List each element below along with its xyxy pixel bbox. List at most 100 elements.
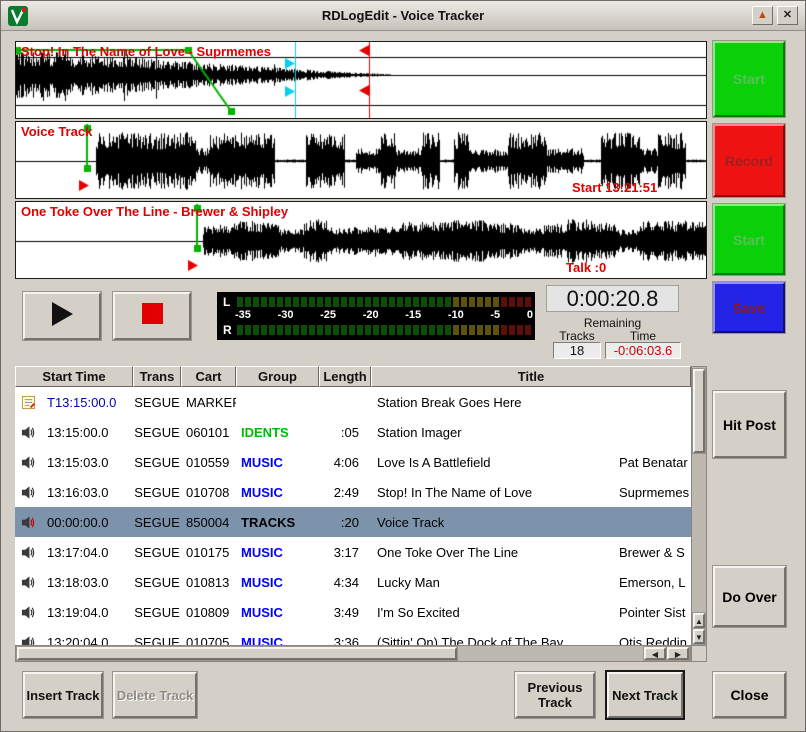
meter-segment (405, 325, 411, 335)
meter-segment (429, 297, 435, 307)
cell-artist: Suprmemes (619, 485, 691, 500)
track-title: Stop! In The Name of Love - Suprmemes (21, 44, 271, 59)
scroll-right-icon[interactable]: ▶ (667, 647, 689, 660)
cell-title: I'm So Excited (371, 605, 619, 620)
next-track-button[interactable]: Next Track (607, 672, 683, 718)
meter-segment (525, 325, 531, 335)
titlebar-buttons: ▲ ✕ (752, 6, 798, 25)
table-row[interactable]: 13:20:04.0SEGUE010705MUSIC3:36(Sittin' O… (15, 627, 691, 645)
meter-scale-label: -5 (490, 309, 500, 321)
header-length[interactable]: Length (319, 366, 371, 387)
cell-length: 3:36 (319, 635, 371, 646)
meter-segment (237, 325, 243, 335)
cell-cart: MARKER (181, 395, 236, 410)
titlebar[interactable]: RDLogEdit - Voice Tracker ▲ ✕ (1, 1, 805, 31)
scroll-up-icon[interactable]: ▲ (693, 613, 705, 628)
cell-title: (Sittin' On) The Dock of The Bay (371, 635, 619, 646)
cell-title: Love Is A Battlefield (371, 455, 619, 470)
meter-segment (349, 297, 355, 307)
table-row[interactable]: 13:17:04.0SEGUE010175MUSIC3:17One Toke O… (15, 537, 691, 567)
insert-track-button[interactable]: Insert Track (23, 672, 103, 718)
do-over-button[interactable]: Do Over (713, 566, 786, 627)
track-title: Voice Track (21, 124, 92, 139)
row-icon (15, 602, 41, 623)
meter-segment (341, 325, 347, 335)
header-start-time[interactable]: Start Time (15, 366, 133, 387)
scroll-left-icon[interactable]: ◀ (644, 647, 666, 660)
table-row[interactable]: T13:15:00.0SEGUEMARKER Station Break Goes… (15, 387, 691, 417)
table-row[interactable]: 13:15:03.0SEGUE010559MUSIC4:06Love Is A … (15, 447, 691, 477)
row-icon (15, 482, 41, 503)
meter-segment (277, 297, 283, 307)
meter-segment (365, 297, 371, 307)
meter-bar-right (237, 325, 531, 335)
previous-track-button[interactable]: Previous Track (515, 672, 595, 718)
close-button[interactable]: Close (713, 672, 786, 718)
meter-segment (333, 325, 339, 335)
meter-scale-label: -15 (405, 309, 421, 321)
meter-segment (517, 297, 523, 307)
cell-start-time: 13:19:04.0 (41, 605, 133, 620)
horizontal-scrollbar-thumb[interactable] (17, 647, 457, 660)
meter-segment (413, 325, 419, 335)
meter-segment (477, 297, 483, 307)
record-button[interactable]: Record (713, 124, 785, 197)
cell-group: MUSIC (236, 455, 319, 470)
waveform-track-2[interactable]: Voice Track Start 13:21:51 (15, 121, 707, 199)
meter-segment (325, 297, 331, 307)
cell-cart: 850004 (181, 515, 236, 530)
shade-icon[interactable]: ▲ (752, 6, 773, 25)
cell-length: 3:49 (319, 605, 371, 620)
table-row[interactable]: 00:00:00.0SEGUE850004TRACKS:20Voice Trac… (15, 507, 691, 537)
waveform-track-1[interactable]: Stop! In The Name of Love - Suprmemes (15, 41, 707, 119)
vertical-scrollbar-thumb[interactable] (693, 369, 705, 453)
meter-segment (285, 325, 291, 335)
meter-segment (445, 297, 451, 307)
hit-post-button[interactable]: Hit Post (713, 391, 786, 458)
meter-segment (237, 297, 243, 307)
save-button[interactable]: Save (713, 282, 785, 333)
meter-segment (301, 297, 307, 307)
cell-trans: SEGUE (133, 395, 181, 410)
cell-title: Stop! In The Name of Love (371, 485, 619, 500)
cell-cart: 010175 (181, 545, 236, 560)
play-button[interactable] (23, 292, 101, 340)
marker-icon (21, 395, 36, 410)
cell-length: 3:17 (319, 545, 371, 560)
stop-button[interactable] (113, 292, 191, 340)
table-row[interactable]: 13:19:04.0SEGUE010809MUSIC3:49I'm So Exc… (15, 597, 691, 627)
time-remaining-label: Time (605, 329, 681, 343)
meter-segment (413, 297, 419, 307)
cell-title: Station Break Goes Here (371, 395, 619, 410)
start-track3-button[interactable]: Start (713, 204, 785, 275)
cell-cart: 010559 (181, 455, 236, 470)
log-rows: T13:15:00.0SEGUEMARKER Station Break Goes… (15, 387, 691, 645)
cell-start-time: T13:15:00.0 (41, 395, 133, 410)
table-row[interactable]: 13:15:00.0SEGUE060101IDENTS:05Station Im… (15, 417, 691, 447)
header-cart[interactable]: Cart (181, 366, 236, 387)
cell-cart: 010809 (181, 605, 236, 620)
waveform-track-3[interactable]: One Toke Over The Line - Brewer & Shiple… (15, 201, 707, 279)
header-group[interactable]: Group (236, 366, 319, 387)
cell-length: 4:06 (319, 455, 371, 470)
meter-segment (509, 297, 515, 307)
meter-segment (269, 297, 275, 307)
meter-segment (261, 297, 267, 307)
header-title[interactable]: Title (371, 366, 691, 387)
meter-segment (309, 297, 315, 307)
vertical-scrollbar[interactable]: ▲ ▼ (691, 366, 707, 645)
table-row[interactable]: 13:18:03.0SEGUE010813MUSIC4:34Lucky ManE… (15, 567, 691, 597)
row-icon (15, 422, 41, 443)
cell-length: :05 (319, 425, 371, 440)
horizontal-scrollbar[interactable]: ◀ ▶ (15, 645, 691, 662)
meter-segment (525, 297, 531, 307)
table-row[interactable]: 13:16:03.0SEGUE010708MUSIC2:49Stop! In T… (15, 477, 691, 507)
speaker-icon (21, 455, 36, 470)
close-window-icon[interactable]: ✕ (777, 6, 798, 25)
remaining-label: Remaining (546, 316, 679, 330)
meter-segment (277, 325, 283, 335)
scroll-down-icon[interactable]: ▼ (693, 629, 705, 644)
start-track1-button[interactable]: Start (713, 41, 785, 117)
header-trans[interactable]: Trans (133, 366, 181, 387)
meter-scale-label: -10 (448, 309, 464, 321)
